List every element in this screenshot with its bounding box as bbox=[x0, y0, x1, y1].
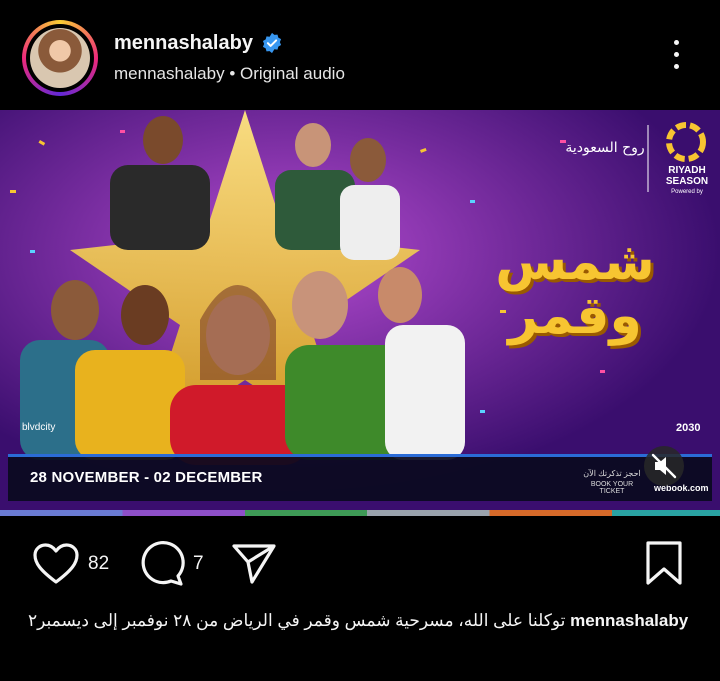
subline-separator: • bbox=[229, 64, 236, 83]
more-options-icon[interactable] bbox=[664, 40, 688, 76]
heart-icon[interactable] bbox=[32, 542, 80, 586]
comment-count[interactable]: 7 bbox=[193, 553, 204, 575]
verified-badge-icon bbox=[262, 32, 282, 54]
bookmark-icon[interactable] bbox=[644, 540, 684, 586]
avatar-frame bbox=[26, 24, 94, 92]
caption-text: توكلنا على الله، مسرحية شمس وقمر في الري… bbox=[28, 611, 566, 630]
comment-icon[interactable] bbox=[138, 540, 186, 588]
saudi-brand: روح السعودية bbox=[565, 140, 645, 156]
book-ticket-en: BOOK YOUR TICKET bbox=[590, 481, 634, 495]
title-line2: وقمر bbox=[508, 286, 642, 346]
post-subline: mennashalaby • Original audio bbox=[114, 64, 345, 84]
caption-author[interactable]: mennashalaby bbox=[570, 611, 688, 630]
title-line1: شمس bbox=[495, 232, 655, 292]
action-bar: 82 7 bbox=[0, 530, 720, 594]
media-color-stripe bbox=[0, 510, 720, 516]
username[interactable]: mennashalaby bbox=[114, 32, 253, 55]
audio-link[interactable]: Original audio bbox=[240, 64, 345, 83]
riyadh-season-text: RIYADH SEASON Powered by bbox=[655, 165, 719, 198]
mute-button[interactable] bbox=[644, 446, 684, 486]
subline-username[interactable]: mennashalaby bbox=[114, 64, 225, 83]
post-media[interactable]: RIYADH SEASON Powered by روح السعودية شم… bbox=[0, 110, 720, 516]
post-header: mennashalaby mennashalaby • Original aud… bbox=[0, 0, 720, 110]
season-line2: SEASON bbox=[665, 176, 709, 187]
event-dates: 28 NOVEMBER - 02 DECEMBER bbox=[30, 469, 263, 486]
book-ticket-ar: احجز تذكرتك الآن bbox=[583, 469, 641, 478]
avatar[interactable] bbox=[30, 28, 90, 88]
story-ring[interactable] bbox=[22, 20, 98, 96]
season-line1: RIYADH bbox=[668, 165, 706, 176]
boulevard-logo: blvdcity bbox=[22, 422, 56, 433]
show-title: شمس وقمر bbox=[470, 235, 680, 343]
vision-badge: 2030 bbox=[676, 422, 701, 434]
season-powered: Powered by bbox=[671, 189, 703, 195]
date-banner: 28 NOVEMBER - 02 DECEMBER احجز تذكرتك ال… bbox=[8, 454, 712, 501]
speaker-muted-icon bbox=[651, 453, 677, 479]
username-row: mennashalaby bbox=[114, 30, 283, 56]
like-count[interactable]: 82 bbox=[88, 553, 109, 575]
share-icon[interactable] bbox=[230, 542, 278, 586]
post-caption: mennashalaby توكلنا على الله، مسرحية شمس… bbox=[28, 606, 692, 635]
